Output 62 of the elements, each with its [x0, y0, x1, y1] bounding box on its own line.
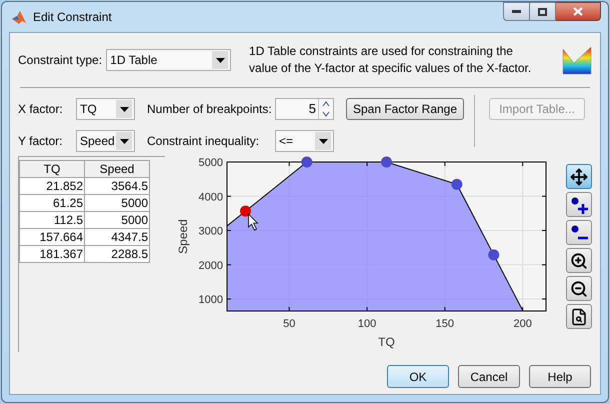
remove-point-icon [570, 224, 588, 242]
toolbar-button[interactable] [566, 164, 592, 189]
y-axis-label: Speed [176, 219, 190, 254]
y-tick-label: 3000 [198, 226, 223, 238]
breakpoint-marker[interactable] [488, 249, 500, 260]
dropdown[interactable]: TQ [76, 98, 135, 120]
field-label: X factor: [18, 101, 64, 118]
field-label: Number of breakpoints: [147, 101, 273, 118]
breakpoints-spinner[interactable]: 5 [275, 98, 334, 120]
description-text: 1D Table constraints are used for constraining the value of the Y-factor at specific values of the X-factor. [249, 43, 532, 77]
dialog-button[interactable]: Help [529, 365, 591, 388]
dialog-button[interactable]: OK [387, 365, 449, 388]
x-axis-label: TQ [378, 335, 395, 349]
document-zoom-icon [570, 308, 588, 326]
column-header: TQ [20, 160, 84, 178]
table-cell: 4347.5 [84, 228, 150, 246]
y-tick-label: 2000 [198, 260, 223, 272]
span-factor-range-button[interactable]: Span Factor Range [346, 98, 464, 120]
toolbar-button[interactable] [566, 276, 592, 301]
field-label: Y factor: [18, 133, 64, 150]
field-label: Constraint type: [18, 52, 104, 69]
close-button[interactable] [556, 2, 601, 21]
close-icon [573, 7, 583, 16]
breakpoint-marker[interactable] [240, 206, 252, 217]
field-label: Constraint inequality: [147, 133, 260, 150]
table-cell: 2288.5 [84, 246, 150, 262]
toolbar-button[interactable] [566, 192, 592, 217]
pan-icon [570, 168, 588, 186]
y-tick-label: 5000 [198, 157, 223, 169]
zoom-out-icon [570, 280, 588, 298]
surface-plot-icon [562, 45, 592, 75]
table-cell: 112.5 [20, 212, 84, 228]
dropdown[interactable]: 1D Table [106, 49, 232, 71]
breakpoint-marker[interactable] [301, 156, 312, 168]
table-cell: 5000 [84, 212, 150, 228]
toolbar-button[interactable] [566, 248, 592, 273]
cursor-icon [248, 213, 258, 231]
add-point-icon [570, 196, 588, 214]
dropdown[interactable]: <= [275, 130, 334, 152]
toolbar-button[interactable] [566, 220, 592, 245]
x-tick-label: 100 [358, 318, 376, 330]
x-tick-label: 200 [513, 318, 532, 330]
table-cell: 3564.5 [84, 178, 150, 194]
maximize-button[interactable] [530, 2, 556, 21]
dropdown[interactable]: Speed [76, 130, 135, 152]
toolbar-button[interactable] [566, 304, 592, 329]
table-cell: 157.664 [20, 228, 84, 246]
zoom-in-icon [570, 252, 588, 270]
y-tick-label: 4000 [198, 191, 223, 204]
breakpoint-marker[interactable] [451, 178, 462, 190]
app-logo-icon [11, 9, 27, 25]
table-cell: 21.852 [20, 178, 84, 194]
table-cell: 5000 [84, 194, 150, 212]
x-tick-label: 150 [436, 318, 454, 330]
dialog-button[interactable]: Cancel [458, 365, 520, 388]
window-title: Edit Constraint [33, 9, 112, 26]
breakpoint-marker[interactable] [381, 156, 392, 168]
x-tick-label: 50 [283, 318, 296, 330]
y-tick-label: 1000 [198, 294, 223, 306]
minimize-button[interactable] [503, 2, 530, 21]
table-cell: 61.25 [20, 194, 84, 212]
table-cell: 181.367 [20, 246, 84, 262]
